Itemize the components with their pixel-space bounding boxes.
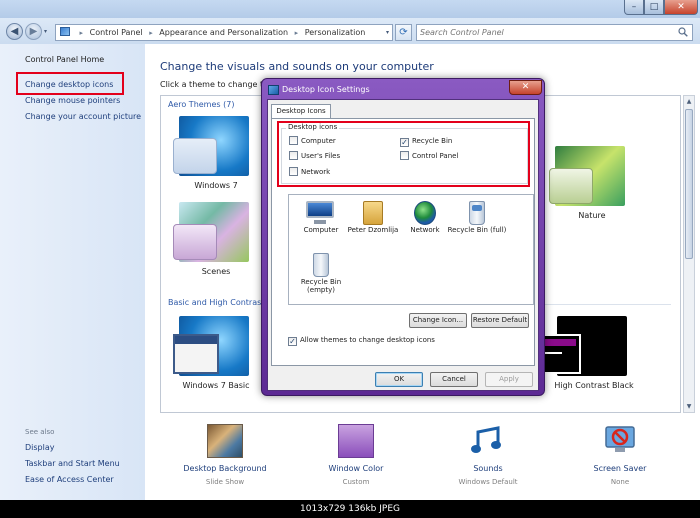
basic-themes-heading: Basic and High Contrast T xyxy=(168,298,272,307)
history-dropdown-icon[interactable]: ▾ xyxy=(44,28,47,35)
breadcrumb-separator-icon[interactable]: ▸ xyxy=(295,29,299,37)
see-also-heading: See also xyxy=(25,428,55,436)
option-title[interactable]: Window Color xyxy=(296,464,416,473)
navigation-bar: ◀ ▶ ▾ ▸ Control Panel ▸ Appearance and P… xyxy=(0,18,700,44)
search-box[interactable] xyxy=(416,24,693,41)
close-button[interactable]: ✕ xyxy=(664,0,698,15)
tab-desktop-icons[interactable]: Desktop Icons xyxy=(271,104,331,119)
list-item-user-folder[interactable]: Peter Dzomlija xyxy=(343,199,403,247)
theme-windows-7[interactable]: Windows 7 xyxy=(171,116,261,198)
user-folder-icon xyxy=(363,201,383,225)
scrollbar-thumb[interactable] xyxy=(685,109,693,259)
option-sounds[interactable]: Sounds Windows Default xyxy=(428,424,548,494)
aero-themes-heading: Aero Themes (7) xyxy=(168,100,235,109)
desktop-icon-list: Computer Peter Dzomlija Network Recycle … xyxy=(288,194,534,305)
recycle-bin-empty-icon xyxy=(313,253,329,277)
dialog-app-icon xyxy=(268,85,279,95)
see-also-display[interactable]: Display xyxy=(25,443,55,452)
list-item-network[interactable]: Network xyxy=(395,199,455,247)
option-desktop-background[interactable]: Desktop Background Slide Show xyxy=(165,424,285,494)
list-item-computer[interactable]: Computer xyxy=(291,199,351,247)
sidebar-control-panel-home[interactable]: Control Panel Home xyxy=(25,55,104,64)
theme-thumbnail xyxy=(549,146,625,206)
search-input[interactable] xyxy=(420,26,670,39)
option-value: Custom xyxy=(342,478,370,486)
option-screen-saver[interactable]: Screen Saver None xyxy=(560,424,680,494)
list-item-label: Peter Dzomlija xyxy=(347,226,399,234)
see-also-ease-of-access[interactable]: Ease of Access Center xyxy=(25,475,114,484)
list-item-label: Computer xyxy=(303,226,339,234)
page-title: Change the visuals and sounds on your co… xyxy=(160,60,434,73)
list-item-recycle-bin-empty[interactable]: Recycle Bin (empty) xyxy=(291,251,351,299)
scroll-down-icon[interactable]: ▼ xyxy=(684,401,694,412)
address-bar[interactable]: ▸ Control Panel ▸ Appearance and Persona… xyxy=(55,24,393,41)
breadcrumb-appearance[interactable]: Appearance and Personalization xyxy=(159,28,288,37)
apply-button[interactable]: Apply xyxy=(485,372,533,387)
option-value: Windows Default xyxy=(458,478,518,486)
search-icon[interactable] xyxy=(678,27,688,37)
desktop-background-icon xyxy=(207,424,243,458)
recycle-bin-full-icon xyxy=(469,201,485,225)
theme-label: Scenes xyxy=(201,267,231,276)
checkbox-label: Allow themes to change desktop icons xyxy=(300,336,435,344)
ok-button[interactable]: OK xyxy=(375,372,423,387)
title-bar: – □ ✕ xyxy=(0,0,700,18)
list-item-label: Recycle Bin (empty) xyxy=(300,278,342,294)
theme-windows-7-basic[interactable]: Windows 7 Basic xyxy=(171,316,261,398)
breadcrumb-control-panel[interactable]: Control Panel xyxy=(90,28,143,37)
checkbox-box-checked[interactable]: ✓ xyxy=(288,337,297,346)
option-title[interactable]: Screen Saver xyxy=(560,464,680,473)
breadcrumb-personalization[interactable]: Personalization xyxy=(305,28,366,37)
scroll-up-icon[interactable]: ▲ xyxy=(684,96,694,107)
list-item-label: Network xyxy=(410,226,440,234)
forward-button[interactable]: ▶ xyxy=(25,23,42,40)
option-value: None xyxy=(610,478,630,486)
cancel-button[interactable]: Cancel xyxy=(430,372,478,387)
sounds-icon xyxy=(471,426,501,453)
theme-thumbnail xyxy=(173,202,249,262)
page-subtitle: Click a theme to change the xyxy=(160,80,274,89)
network-icon xyxy=(414,201,436,225)
list-item-label: Recycle Bin (full) xyxy=(447,226,507,234)
theme-label: Windows 7 Basic xyxy=(182,381,250,390)
dialog-close-button[interactable]: ✕ xyxy=(509,80,542,95)
control-panel-icon xyxy=(60,27,70,36)
option-title[interactable]: Desktop Background xyxy=(165,464,285,473)
theme-label: Windows 7 xyxy=(194,181,238,190)
highlight-annotation xyxy=(277,121,530,187)
screen-saver-icon xyxy=(605,426,635,452)
theme-label: Nature xyxy=(578,211,606,220)
see-also-taskbar[interactable]: Taskbar and Start Menu xyxy=(25,459,120,468)
checkbox-allow-themes[interactable]: ✓ Allow themes to change desktop icons xyxy=(288,335,435,346)
option-title[interactable]: Sounds xyxy=(428,464,548,473)
minimize-button[interactable]: – xyxy=(624,0,644,15)
change-icon-button[interactable]: Change Icon... xyxy=(409,313,467,328)
window-color-icon xyxy=(338,424,374,458)
sidebar-change-account-picture[interactable]: Change your account picture xyxy=(25,112,141,121)
theme-scenes[interactable]: Scenes xyxy=(171,202,261,284)
option-window-color[interactable]: Window Color Custom xyxy=(296,424,416,494)
highlight-annotation xyxy=(16,72,124,95)
image-caption-bar: 1013x729 136kb JPEG xyxy=(0,500,700,518)
refresh-icon[interactable]: ⟳ xyxy=(395,24,412,41)
computer-icon xyxy=(306,201,334,224)
maximize-button[interactable]: □ xyxy=(644,0,664,15)
theme-thumbnail xyxy=(173,116,249,176)
breadcrumb-separator-icon[interactable]: ▸ xyxy=(80,29,84,37)
back-button[interactable]: ◀ xyxy=(6,23,23,40)
option-value: Slide Show xyxy=(205,478,245,486)
list-item-recycle-bin-full[interactable]: Recycle Bin (full) xyxy=(447,199,507,247)
restore-default-button[interactable]: Restore Default xyxy=(471,313,529,328)
theme-thumbnail xyxy=(537,316,627,376)
sidebar: Control Panel Home Change desktop icons … xyxy=(0,44,145,500)
theme-label: High Contrast Black xyxy=(554,381,634,390)
address-dropdown-icon[interactable]: ▾ xyxy=(386,25,389,40)
sidebar-change-mouse-pointers[interactable]: Change mouse pointers xyxy=(25,96,120,105)
theme-nature[interactable]: Nature xyxy=(547,146,637,228)
dialog-title: Desktop Icon Settings xyxy=(282,85,370,94)
breadcrumb-separator-icon[interactable]: ▸ xyxy=(149,29,153,37)
theme-thumbnail xyxy=(173,316,249,376)
themes-scrollbar[interactable]: ▲ ▼ xyxy=(683,95,695,413)
theme-high-contrast-black[interactable]: High Contrast Black xyxy=(537,316,639,398)
